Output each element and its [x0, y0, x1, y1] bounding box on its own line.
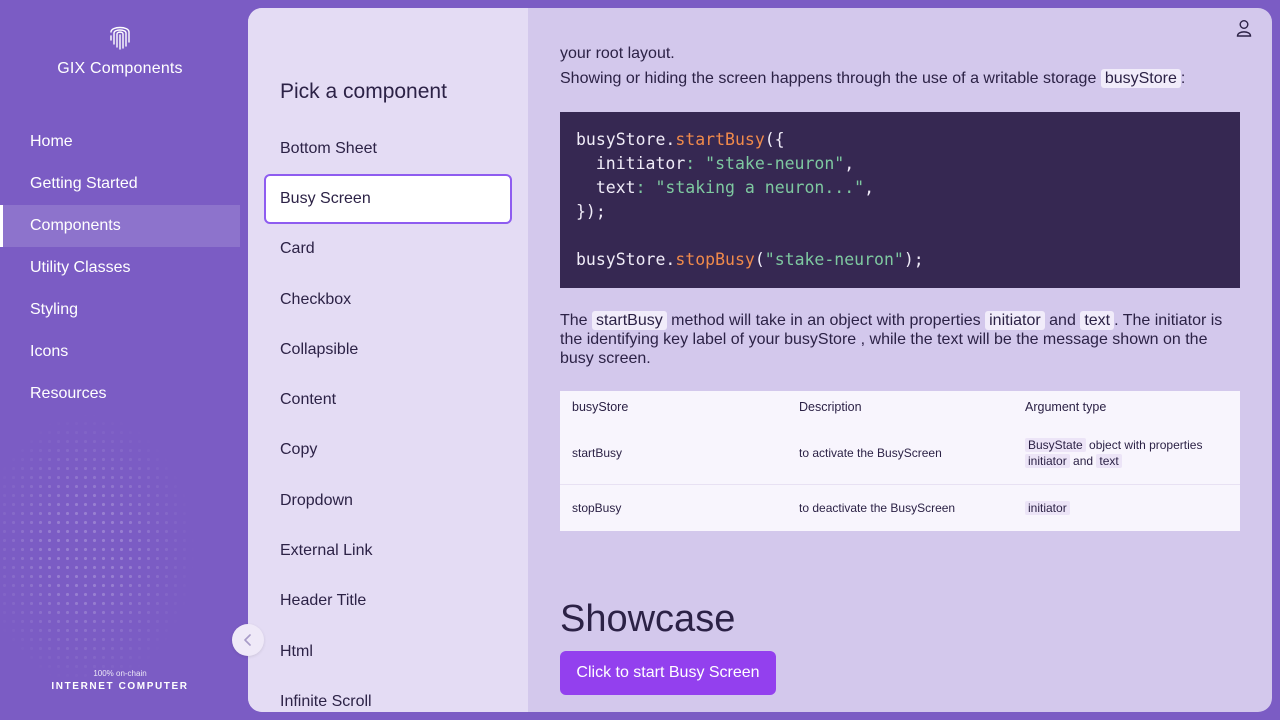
table-row: startBusy to activate the BusyScreen Bus…	[560, 422, 1240, 485]
component-item-collapsible[interactable]: Collapsible	[264, 325, 512, 375]
component-item-header-title[interactable]: Header Title	[264, 576, 512, 626]
inline-code-text: text	[1080, 311, 1115, 330]
code-line: busyStore.stopBusy("stake-neuron");	[576, 250, 924, 269]
method-description-paragraph: The startBusy method will take in an obj…	[560, 311, 1223, 367]
table-header-row: busyStore Description Argument type	[560, 391, 1240, 422]
component-item-busy-screen[interactable]: Busy Screen	[264, 174, 512, 225]
table-cell: to deactivate the BusyScreen	[799, 501, 956, 515]
sidebar-item-styling[interactable]: Styling	[0, 289, 240, 331]
picker-title: Pick a component	[280, 80, 447, 103]
inline-code-busystore: busyStore	[1100, 69, 1181, 88]
user-icon[interactable]	[1234, 18, 1254, 38]
component-item-html[interactable]: Html	[264, 627, 512, 677]
doc-content: your root layout. Showing or hiding the …	[560, 8, 1240, 712]
code-line: text: "staking a neuron...",	[576, 178, 875, 197]
app-name: GIX Components	[57, 60, 183, 77]
component-item-dropdown[interactable]: Dropdown	[264, 476, 512, 526]
app-logo[interactable]: GIX Components	[0, 22, 240, 78]
collapse-sidebar-button[interactable]	[232, 624, 264, 656]
component-item-content[interactable]: Content	[264, 375, 512, 425]
intro-colon: :	[1180, 70, 1186, 87]
table-cell: stopBusy	[572, 501, 622, 515]
intro-paragraph: Showing or hiding the screen happens thr…	[560, 69, 1185, 88]
component-item-bottom-sheet[interactable]: Bottom Sheet	[264, 124, 512, 174]
table-cell: startBusy	[572, 446, 623, 460]
table-header-cell: busyStore	[572, 399, 629, 414]
table-cell: BusyState object with properties initiat…	[1013, 437, 1240, 469]
sidebar-item-components[interactable]: Components	[0, 205, 240, 247]
table-cell: to activate the BusyScreen	[799, 446, 942, 460]
table-header-cell: Description	[799, 399, 862, 414]
inline-code-startbusy: startBusy	[592, 311, 667, 330]
sidebar: GIX Components Home Getting Started Comp…	[0, 0, 240, 720]
component-item-checkbox[interactable]: Checkbox	[264, 275, 512, 325]
main-panel: Pick a component Bottom Sheet Busy Scree…	[248, 8, 1272, 712]
table-row: stopBusy to deactivate the BusyScreen in…	[560, 485, 1240, 531]
component-item-external-link[interactable]: External Link	[264, 526, 512, 576]
internet-computer-label: INTERNET COMPUTER	[51, 681, 189, 692]
intro-text: Showing or hiding the screen happens thr…	[560, 70, 1097, 87]
inline-code-initiator: initiator	[985, 311, 1045, 330]
sidebar-item-resources[interactable]: Resources	[0, 373, 240, 415]
sidebar-item-icons[interactable]: Icons	[0, 331, 240, 373]
component-item-card[interactable]: Card	[264, 224, 512, 274]
main-nav: Home Getting Started Components Utility …	[0, 121, 240, 415]
sidebar-item-utility-classes[interactable]: Utility Classes	[0, 247, 240, 289]
sidebar-item-getting-started[interactable]: Getting Started	[0, 163, 240, 205]
component-picker: Pick a component Bottom Sheet Busy Scree…	[248, 8, 528, 712]
busystore-api-table: busyStore Description Argument type star…	[560, 391, 1240, 531]
table-header-cell: Argument type	[1025, 399, 1107, 414]
code-line: initiator: "stake-neuron",	[576, 154, 855, 173]
component-item-infinite-scroll[interactable]: Infinite Scroll	[264, 677, 512, 712]
component-list: Bottom Sheet Busy Screen Card Checkbox C…	[264, 124, 512, 712]
fingerprint-icon	[110, 26, 130, 50]
on-chain-badge[interactable]: 100% on-chain INTERNET COMPUTER	[0, 669, 240, 692]
start-busy-screen-button[interactable]: Click to start Busy Screen	[560, 651, 776, 695]
component-item-copy[interactable]: Copy	[264, 425, 512, 475]
code-line: busyStore.startBusy({	[576, 130, 785, 149]
on-chain-caption: 100% on-chain	[93, 669, 147, 678]
showcase-heading: Showcase	[560, 598, 736, 640]
table-cell: initiator	[1013, 500, 1240, 516]
chevron-left-icon	[244, 634, 251, 646]
sidebar-item-home[interactable]: Home	[0, 121, 240, 163]
code-line: });	[576, 202, 606, 221]
intro-tail-text: your root layout.	[560, 45, 675, 62]
code-block[interactable]: busyStore.startBusy({ initiator: "stake-…	[560, 112, 1240, 288]
